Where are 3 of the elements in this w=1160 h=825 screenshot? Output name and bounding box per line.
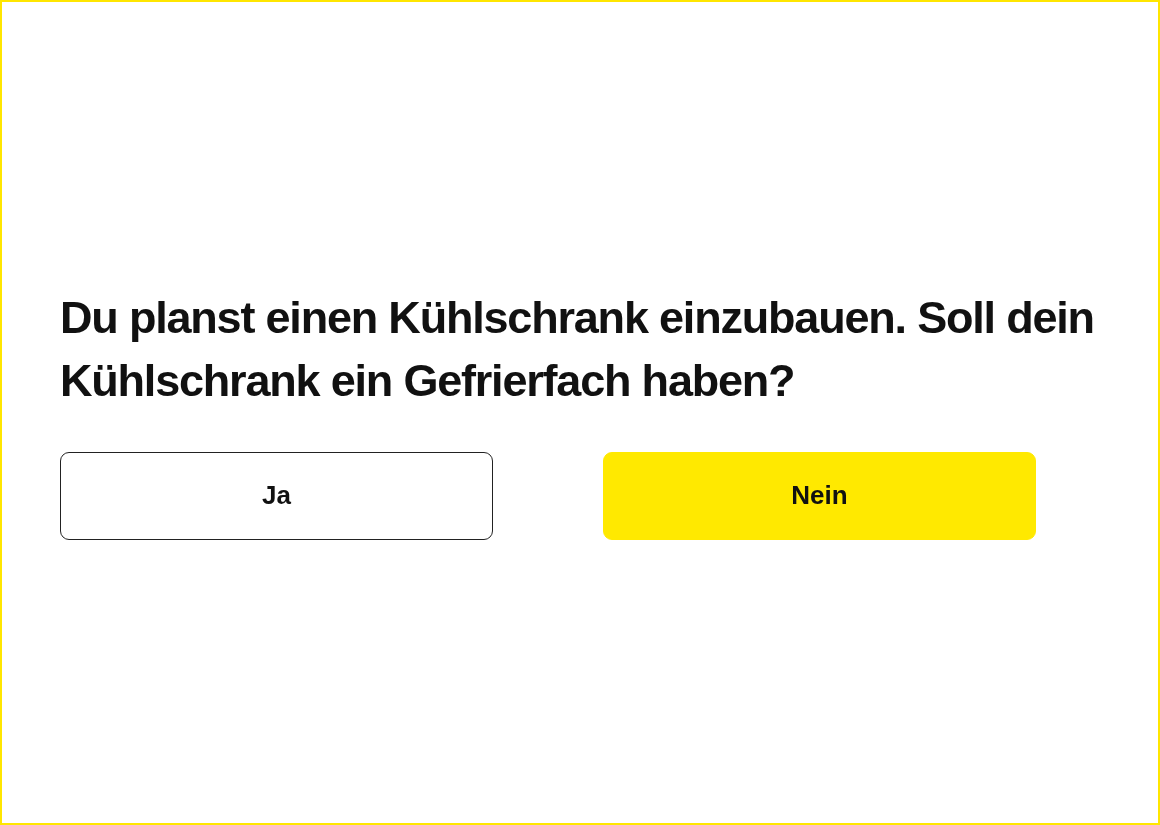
question-text: Du planst einen Kühlschrank einzubauen. Soll dein Kühlschrank ein Gefrierfach haben? [60, 290, 1095, 408]
answer-button[interactable]: Ja [60, 451, 493, 540]
answer-button[interactable]: Nein [603, 451, 1036, 540]
